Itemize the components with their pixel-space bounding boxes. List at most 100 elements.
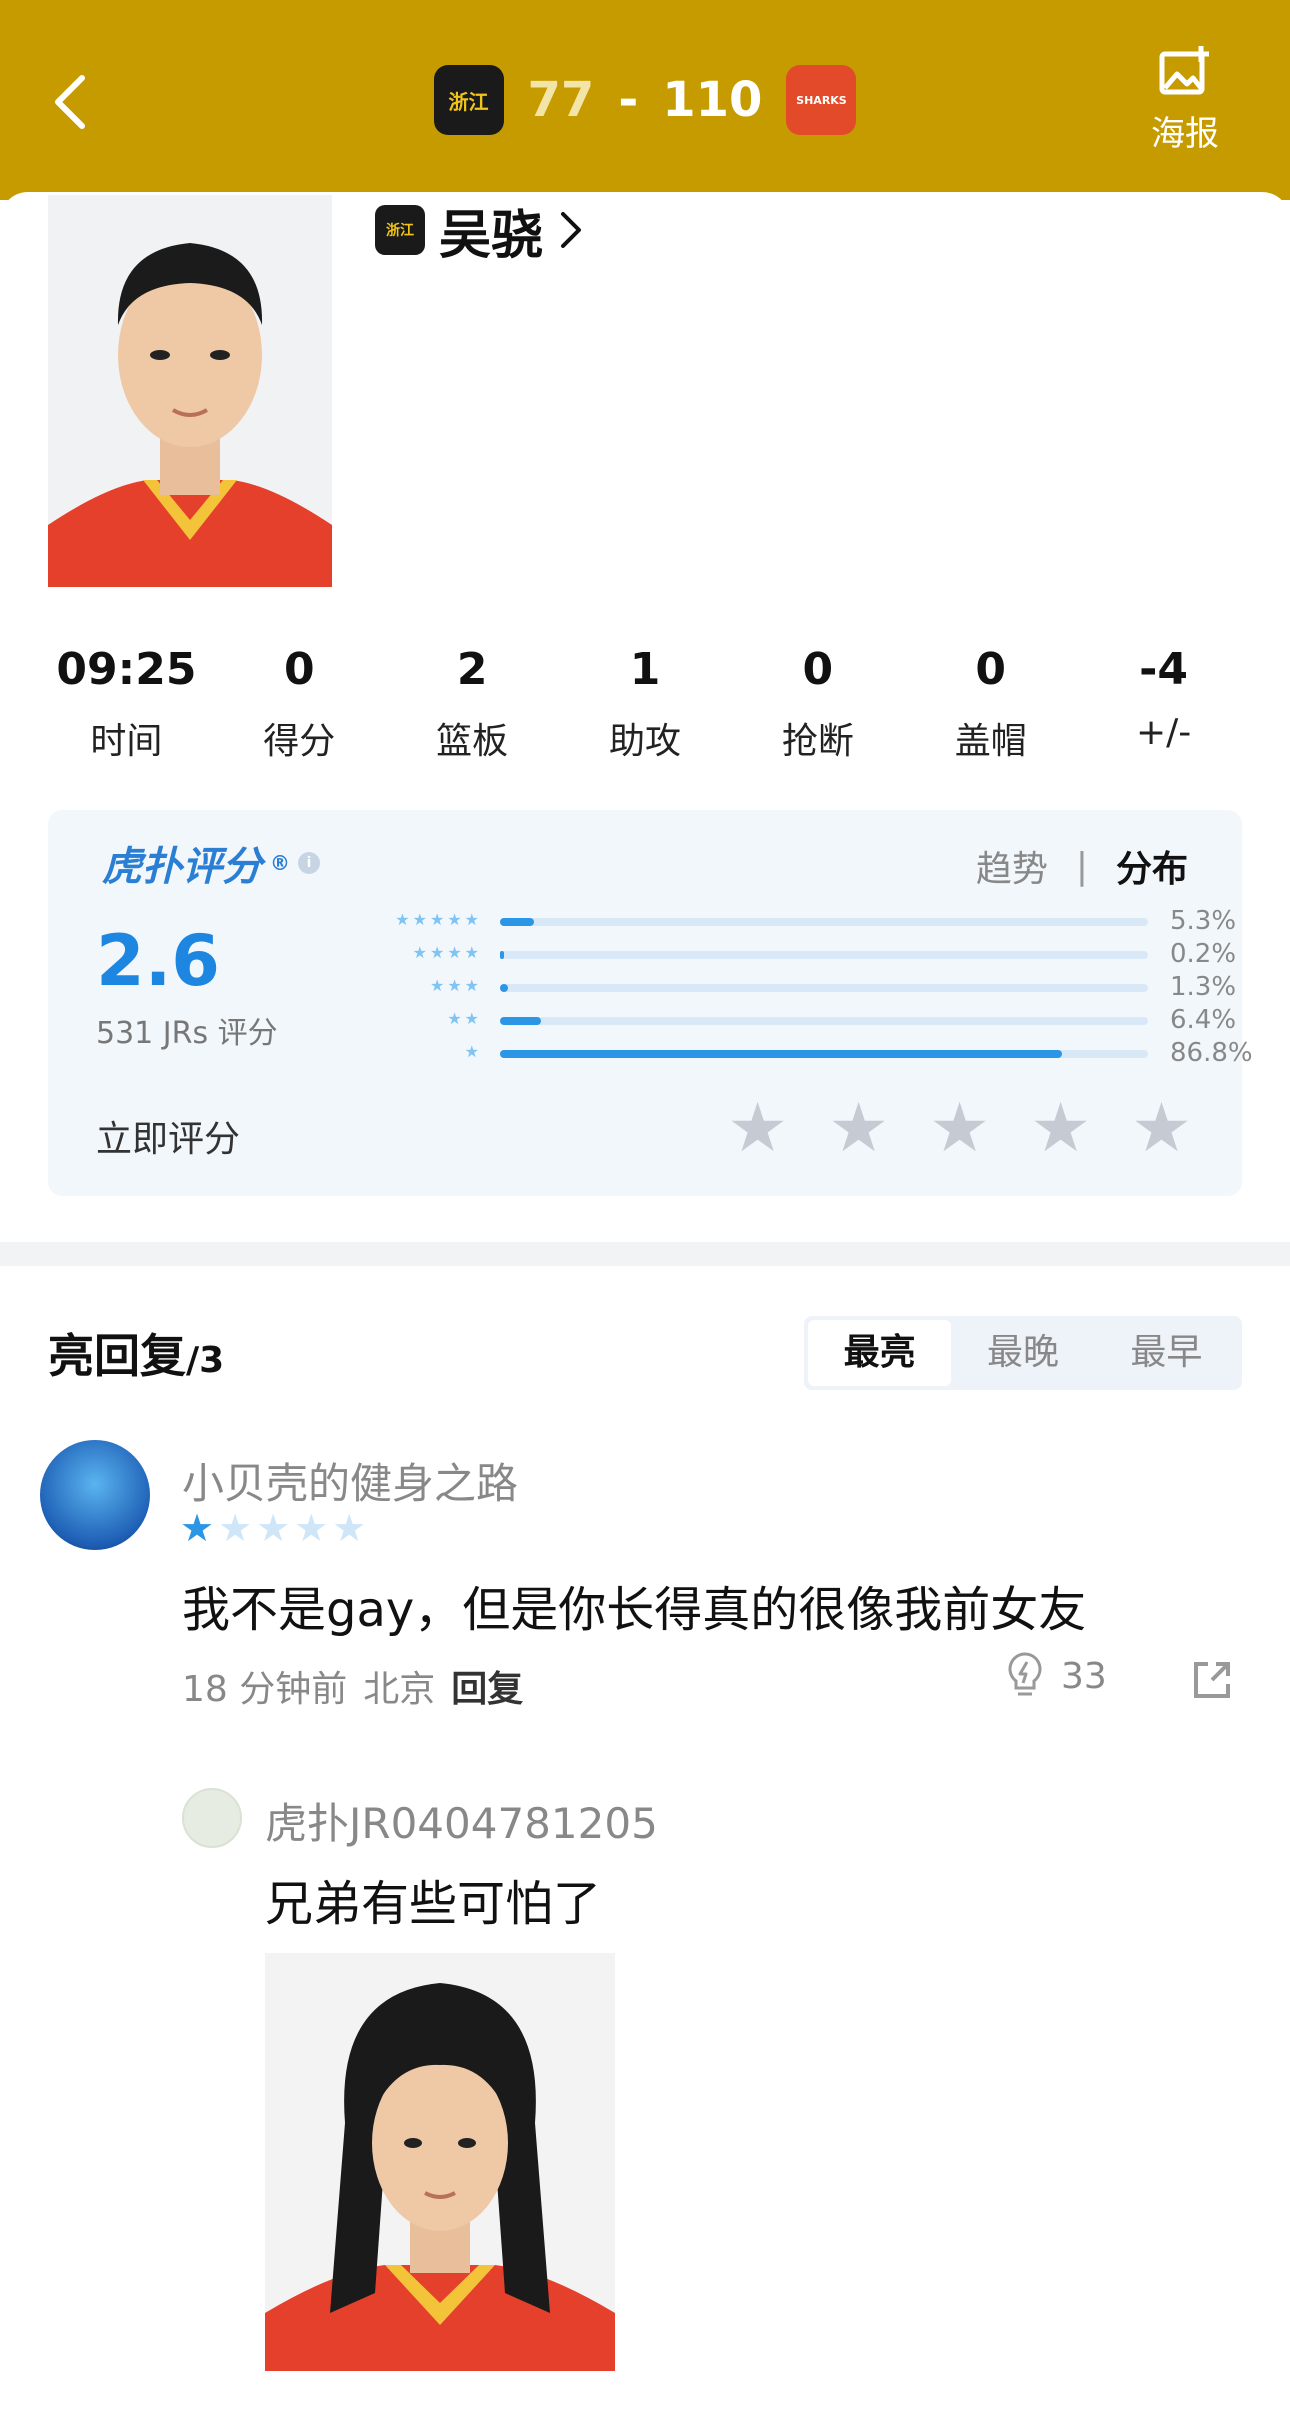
stat-minutes: 09:25 时间 <box>40 640 213 770</box>
dist-track <box>500 1017 1148 1025</box>
dist-percent: 0.2% <box>1170 939 1237 969</box>
rating-score: 2.6 <box>96 920 221 1002</box>
player-name-link[interactable]: 浙江 吴骁 <box>375 195 585 266</box>
sort-tab-earliest[interactable]: 最早 <box>1095 1320 1238 1386</box>
sort-tabs: 最亮 最晚 最早 <box>804 1316 1242 1390</box>
reply-image[interactable] <box>265 1953 615 2371</box>
rating-brand: 虎扑评分 ® i <box>102 834 320 892</box>
poster-label: 海报 <box>1151 114 1219 154</box>
dist-percent: 86.8% <box>1170 1038 1253 1068</box>
reply-username[interactable]: 虎扑JR0404781205 <box>265 1790 658 1851</box>
replies-title: 亮回复/3 <box>48 1320 224 1386</box>
info-icon[interactable]: i <box>298 852 320 874</box>
player-stats: 09:25 时间 0 得分 2 篮板 1 助攻 0 抢断 0 盖帽 -4 +/- <box>40 640 1250 770</box>
reply-button[interactable]: 回复 <box>451 1660 523 1712</box>
stat-plus-minus: -4 +/- <box>1077 640 1250 770</box>
score-separator: - <box>618 72 639 128</box>
rate-star-3-icon[interactable]: ★ <box>929 1095 990 1163</box>
rate-star-5-icon[interactable]: ★ <box>1131 1095 1192 1163</box>
tab-trend[interactable]: 趋势 <box>976 840 1048 892</box>
player-team-logo: 浙江 <box>375 205 425 255</box>
sort-tab-latest[interactable]: 最晚 <box>951 1320 1094 1386</box>
like-count: 33 <box>1061 1655 1107 1697</box>
tab-distribution[interactable]: 分布 <box>1116 840 1188 892</box>
dist-percent: 1.3% <box>1170 972 1237 1002</box>
dist-track <box>500 918 1148 926</box>
dist-percent: 5.3% <box>1170 906 1237 936</box>
reply-username[interactable]: 小贝壳的健身之路 <box>182 1450 518 1511</box>
away-team-logo: SHARKS <box>786 65 857 135</box>
dist-stars: ★★★★ <box>412 943 482 962</box>
stat-steals: 0 抢断 <box>731 640 904 770</box>
dist-stars: ★★ <box>447 1009 482 1028</box>
dist-row-5: ★★★★★ 5.3% <box>310 906 1260 939</box>
stat-value: 0 <box>802 644 834 695</box>
rate-now-label: 立即评分 <box>96 1119 241 1160</box>
rate-star-1-icon[interactable]: ★ <box>727 1095 788 1163</box>
reply-text: 兄弟有些可怕了 <box>265 1876 602 1932</box>
game-score[interactable]: 浙江 77 - 110 SHARKS <box>405 60 885 140</box>
lightbulb-icon <box>1008 1652 1042 1696</box>
poster-button[interactable]: 海报 <box>1130 44 1240 164</box>
away-score: 110 <box>662 72 763 128</box>
dist-track <box>500 951 1148 959</box>
dist-row-3: ★★★ 1.3% <box>310 972 1260 1005</box>
back-arrow-icon <box>55 75 85 129</box>
dist-fill <box>500 1017 542 1025</box>
rate-star-4-icon[interactable]: ★ <box>1030 1095 1091 1163</box>
dist-row-1: ★ 86.8% <box>310 1038 1260 1071</box>
replies-count: /3 <box>186 1340 225 1381</box>
home-score: 77 <box>527 72 595 128</box>
dist-fill <box>500 984 509 992</box>
stat-value: -4 <box>1139 644 1189 695</box>
like-button[interactable]: 33 <box>1005 1650 1107 1702</box>
reply-location: 北京 <box>363 1669 436 1710</box>
stat-label: 篮板 <box>436 721 509 762</box>
dist-row-2: ★★ 6.4% <box>310 1005 1260 1038</box>
reply-text: 我不是gay，但是你长得真的很像我前女友 <box>182 1582 1087 1638</box>
stat-value: 09:25 <box>56 644 197 695</box>
stat-blocks: 0 盖帽 <box>904 640 1077 770</box>
sort-tab-brightest[interactable]: 最亮 <box>808 1320 952 1386</box>
rate-star-2-icon[interactable]: ★ <box>828 1095 889 1163</box>
stat-value: 0 <box>283 644 315 695</box>
user-rating-stars: ★★★★★ <box>180 1506 370 1550</box>
share-icon[interactable] <box>1190 1658 1234 1702</box>
dist-track <box>500 1050 1148 1058</box>
star-filled-icon: ★ <box>180 1506 219 1550</box>
rate-stars: ★ ★ ★ ★ ★ <box>727 1095 1192 1163</box>
tab-separator: | <box>1075 845 1088 887</box>
stat-label: 盖帽 <box>954 721 1027 762</box>
player-photo <box>48 195 332 587</box>
image-poster-icon <box>1159 46 1209 95</box>
home-team-logo: 浙江 <box>433 65 504 135</box>
stat-points: 0 得分 <box>213 640 386 770</box>
registered-mark: ® <box>270 851 290 875</box>
top-bar: 浙江 77 - 110 SHARKS 海报 <box>0 0 1290 200</box>
dist-fill <box>500 951 504 959</box>
back-button[interactable] <box>40 62 100 142</box>
avatar[interactable] <box>182 1788 242 1848</box>
stat-label: +/- <box>1135 712 1192 753</box>
rating-distribution: ★★★★★ 5.3% ★★★★ 0.2% ★★★ 1.3% ★★ 6.4% ★ … <box>310 906 1260 1071</box>
stat-label: 助攻 <box>609 721 682 762</box>
star-empty-icon: ★★★★ <box>218 1506 371 1550</box>
reply-time: 18 分钟前 <box>182 1669 348 1710</box>
dist-stars: ★★★ <box>429 976 482 995</box>
dist-fill <box>500 1050 1063 1058</box>
dist-row-4: ★★★★ 0.2% <box>310 939 1260 972</box>
rating-tabs: 趋势 | 分布 <box>976 840 1188 892</box>
stat-value: 0 <box>975 644 1007 695</box>
replies-title-text: 亮回复 <box>48 1329 186 1383</box>
avatar[interactable] <box>40 1440 150 1550</box>
stat-value: 1 <box>629 644 661 695</box>
dist-fill <box>500 918 535 926</box>
stat-rebounds: 2 篮板 <box>386 640 559 770</box>
dist-percent: 6.4% <box>1170 1005 1237 1035</box>
stat-value: 2 <box>456 644 488 695</box>
reply-meta: 18 分钟前 北京 回复 <box>182 1660 523 1712</box>
rating-card: 虎扑评分 ® i 趋势 | 分布 2.6 531 JRs 评分 ★★★★★ 5.3… <box>48 810 1253 1196</box>
stat-label: 得分 <box>263 721 336 762</box>
dist-stars: ★ <box>464 1042 482 1061</box>
stat-assists: 1 助攻 <box>559 640 732 770</box>
